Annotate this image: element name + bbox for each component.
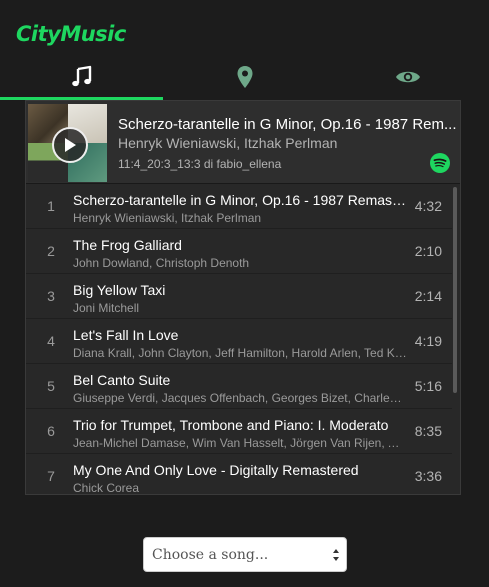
spotify-icon[interactable] [430, 153, 450, 173]
track-title: The Frog Galliard [73, 237, 182, 253]
track-row[interactable]: 6 Trio for Trumpet, Trombone and Piano: … [26, 409, 452, 454]
track-row[interactable]: 3 Big Yellow Taxi Joni Mitchell 2:14 [26, 274, 452, 319]
track-duration: 2:14 [414, 288, 442, 304]
track-row[interactable]: 1 Scherzo-tarantelle in G Minor, Op.16 -… [26, 184, 452, 229]
select-arrows-icon [333, 549, 339, 561]
playlist-meta: 11:4_20:3_13:3 di fabio_ellena [118, 157, 282, 171]
track-number: 3 [47, 288, 55, 304]
track-artist: Chick Corea [73, 481, 140, 494]
tab-music[interactable] [0, 55, 163, 99]
track-list-scrollbar[interactable] [453, 187, 457, 393]
track-number: 1 [47, 198, 55, 214]
app-logo: CityMusic [16, 22, 126, 46]
track-title: Big Yellow Taxi [73, 282, 166, 298]
track-duration: 4:32 [414, 198, 442, 214]
track-row[interactable]: 4 Let's Fall In Love Diana Krall, John C… [26, 319, 452, 364]
play-icon [65, 138, 76, 152]
track-number: 4 [47, 333, 55, 349]
now-playing-artist: Henryk Wieniawski, Itzhak Perlman [118, 135, 338, 151]
tab-view[interactable] [326, 55, 489, 99]
track-artist: Diana Krall, John Clayton, Jeff Hamilton… [73, 346, 407, 360]
track-artist: Henryk Wieniawski, Itzhak Perlman [73, 211, 262, 225]
map-pin-icon [237, 66, 252, 88]
track-title: Trio for Trumpet, Trombone and Piano: I.… [73, 417, 389, 433]
track-duration: 2:10 [414, 243, 442, 259]
now-playing-title: Scherzo-tarantelle in G Minor, Op.16 - 1… [118, 116, 457, 133]
tab-bar [0, 55, 489, 101]
track-row[interactable]: 7 My One And Only Love - Digitally Remas… [26, 454, 452, 494]
track-artist: John Dowland, Christoph Denoth [73, 256, 250, 270]
spotify-player: Scherzo-tarantelle in G Minor, Op.16 - 1… [25, 100, 461, 495]
track-row[interactable]: 2 The Frog Galliard John Dowland, Christ… [26, 229, 452, 274]
track-duration: 3:36 [414, 468, 442, 484]
album-cover-mosaic [28, 104, 107, 182]
track-title: Scherzo-tarantelle in G Minor, Op.16 - 1… [73, 192, 407, 208]
track-title: Bel Canto Suite [73, 372, 171, 388]
track-duration: 8:35 [414, 423, 442, 439]
music-note-icon [71, 65, 91, 87]
track-number: 2 [47, 243, 55, 259]
track-artist: Jean-Michel Damase, Wim Van Hasselt, Jör… [73, 436, 407, 450]
tab-location[interactable] [163, 55, 326, 99]
track-artist: Giuseppe Verdi, Jacques Offenbach, Georg… [73, 391, 407, 405]
track-list: 1 Scherzo-tarantelle in G Minor, Op.16 -… [26, 184, 452, 494]
now-playing-header: Scherzo-tarantelle in G Minor, Op.16 - 1… [26, 101, 460, 184]
track-row[interactable]: 5 Bel Canto Suite Giuseppe Verdi, Jacque… [26, 364, 452, 409]
eye-icon [395, 71, 420, 83]
track-title: Let's Fall In Love [73, 327, 179, 343]
play-button[interactable] [52, 127, 88, 163]
track-duration: 5:16 [414, 378, 442, 394]
track-duration: 4:19 [414, 333, 442, 349]
song-select[interactable]: Choose a song... [143, 537, 347, 572]
track-number: 5 [47, 378, 55, 394]
song-select-value: Choose a song... [152, 547, 269, 563]
track-artist: Joni Mitchell [73, 301, 140, 315]
track-title: My One And Only Love - Digitally Remaste… [73, 462, 359, 478]
track-number: 7 [47, 468, 55, 484]
track-number: 6 [47, 423, 55, 439]
